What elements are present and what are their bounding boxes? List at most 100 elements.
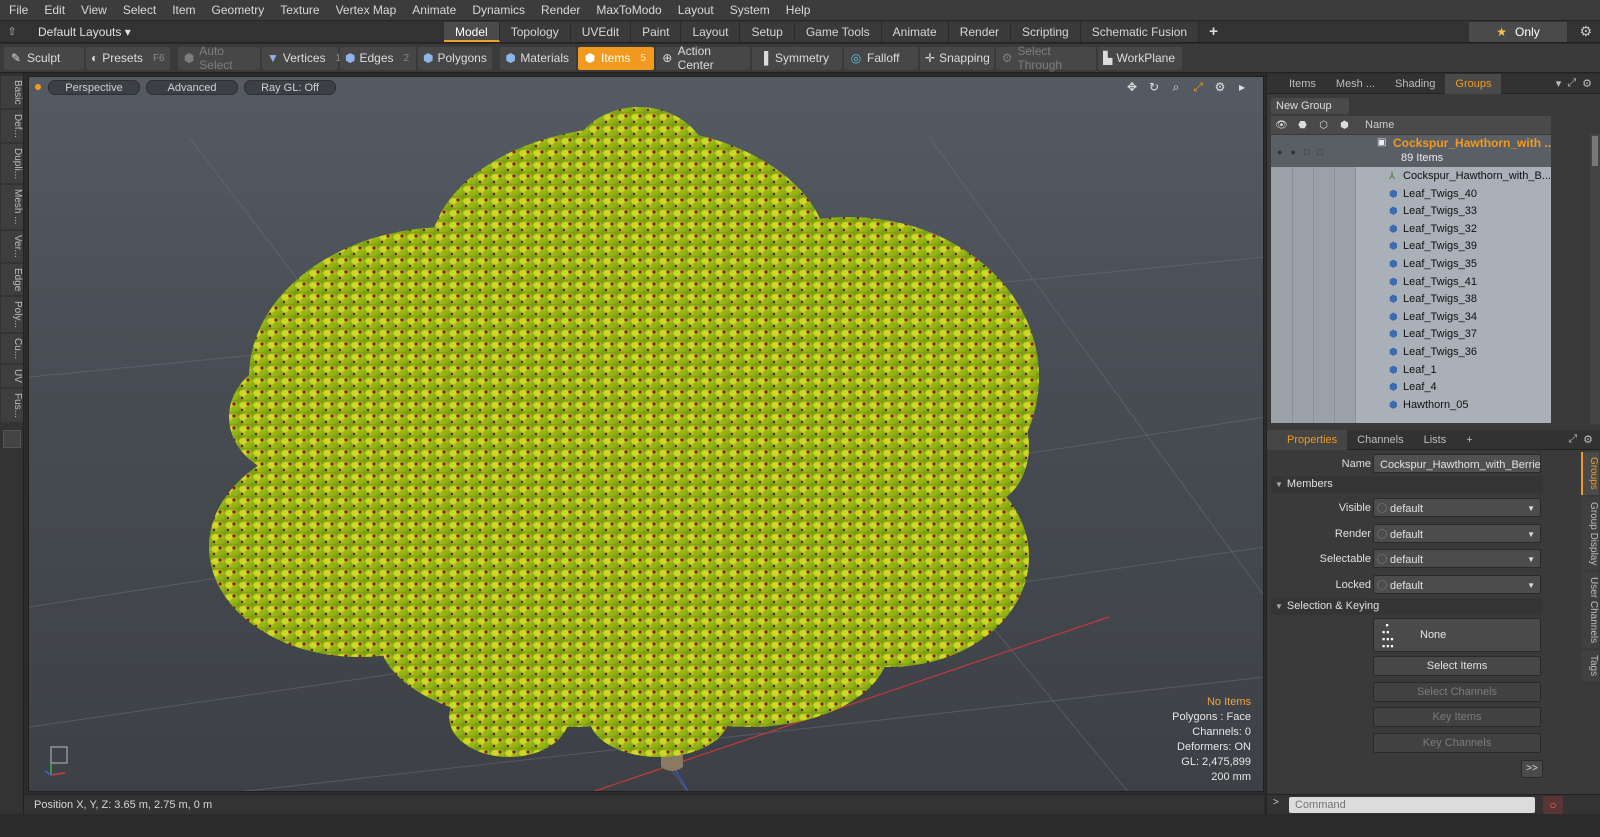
presets-button[interactable]: ◐ Presets F6 bbox=[86, 46, 170, 70]
menu-vertex-map[interactable]: Vertex Map bbox=[328, 0, 405, 21]
none-selection-button[interactable]: ▪ ▪▪ ▪▪▪ ▪▪▪ None bbox=[1373, 618, 1541, 652]
list-item[interactable]: ⬢ Leaf_Twigs_32 bbox=[1271, 221, 1551, 239]
raygl-button[interactable]: Ray GL: Off bbox=[244, 79, 336, 95]
panel-gear-icon[interactable]: ⚙ bbox=[1582, 77, 1592, 90]
menu-select[interactable]: Select bbox=[115, 0, 164, 21]
list-item[interactable]: ⬢ Leaf_Twigs_41 bbox=[1271, 274, 1551, 292]
select-channels-button[interactable]: Select Channels bbox=[1373, 682, 1541, 702]
render-dropdown[interactable]: default ▼ bbox=[1373, 524, 1541, 543]
tab-model[interactable]: Model bbox=[444, 21, 500, 42]
group-name-field[interactable]: Cockspur_Hawthorn_with_Berries bbox=[1373, 454, 1541, 473]
panel-dropdown-icon[interactable]: ▾ bbox=[1556, 77, 1562, 90]
layout-arrow-icon[interactable]: ⇧ bbox=[0, 25, 24, 38]
snapping-button[interactable]: ✛ Snapping bbox=[920, 46, 994, 70]
menu-geometry[interactable]: Geometry bbox=[204, 0, 273, 21]
tab-shading[interactable]: Shading bbox=[1385, 74, 1445, 94]
menu-render[interactable]: Render bbox=[533, 0, 588, 21]
tab-topology[interactable]: Topology bbox=[499, 21, 571, 42]
tab-groups[interactable]: Groups bbox=[1445, 73, 1502, 94]
materials-button[interactable]: ⬢ Materials bbox=[500, 46, 576, 70]
side-tab-user-channels[interactable]: User Channels bbox=[1581, 572, 1599, 649]
sculpt-button[interactable]: ✎ Sculpt bbox=[4, 46, 84, 70]
menu-dynamics[interactable]: Dynamics bbox=[464, 0, 533, 21]
menu-maxtomodo[interactable]: MaxToModo bbox=[588, 0, 669, 21]
left-tab-curve[interactable]: Cu... bbox=[1, 334, 23, 364]
list-item[interactable]: ⬢ Leaf_Twigs_39 bbox=[1271, 238, 1551, 256]
tab-setup[interactable]: Setup bbox=[740, 21, 795, 42]
3d-viewport[interactable]: Perspective Advanced Ray GL: Off ✥ ↻ ⌕ ⤢… bbox=[28, 76, 1264, 792]
new-group-button[interactable]: New Group bbox=[1271, 98, 1349, 114]
polygons-button[interactable]: ⬢ Polygons bbox=[418, 46, 492, 70]
tab-scripting[interactable]: Scripting bbox=[1011, 21, 1081, 42]
command-input[interactable] bbox=[1289, 797, 1535, 813]
advanced-button[interactable]: Advanced bbox=[146, 79, 238, 95]
more-button[interactable]: >> bbox=[1521, 760, 1543, 778]
tab-game-tools[interactable]: Game Tools bbox=[794, 21, 882, 42]
command-arrow-icon[interactable]: > bbox=[1273, 797, 1279, 808]
action-center-button[interactable]: ⊕ Action Center bbox=[656, 44, 750, 72]
visible-dropdown[interactable]: default ▼ bbox=[1373, 498, 1541, 517]
selectable-dropdown[interactable]: default ▼ bbox=[1373, 549, 1541, 568]
tab-animate[interactable]: Animate bbox=[881, 21, 949, 42]
select-through-button[interactable]: ⚙ Select Through bbox=[996, 44, 1096, 72]
menu-item[interactable]: Item bbox=[164, 0, 203, 21]
left-tab-fusion[interactable]: Fus... bbox=[1, 389, 23, 423]
tab-uvedit[interactable]: UVEdit bbox=[570, 21, 632, 42]
fit-view-icon[interactable]: ⤢ bbox=[1191, 80, 1205, 95]
viewport-menu-dot[interactable] bbox=[35, 84, 41, 90]
tab-schematic-fusion[interactable]: Schematic Fusion bbox=[1080, 21, 1200, 42]
zoom-view-icon[interactable]: ⌕ bbox=[1169, 80, 1183, 95]
tab-channels[interactable]: Channels bbox=[1347, 430, 1413, 450]
viewport-gear-icon[interactable]: ⚙ bbox=[1213, 80, 1227, 95]
locked-dropdown[interactable]: default ▼ bbox=[1373, 575, 1541, 594]
symmetry-button[interactable]: ▐ Symmetry bbox=[752, 46, 842, 70]
groups-tree[interactable]: ● ● □ □ ▣ Cockspur_Hawthorn_with ... 89 … bbox=[1271, 135, 1551, 423]
left-tab-mesh[interactable]: Mesh ... bbox=[1, 185, 23, 230]
add-tab-button[interactable]: + bbox=[1199, 23, 1228, 40]
group-row[interactable]: ● ● □ □ ▣ Cockspur_Hawthorn_with ... 89 … bbox=[1271, 135, 1551, 167]
menu-animate[interactable]: Animate bbox=[404, 0, 464, 21]
left-tab-duplicate[interactable]: Dupli... bbox=[1, 144, 23, 184]
perspective-button[interactable]: Perspective bbox=[48, 79, 140, 95]
list-item[interactable]: ⬢ Leaf_Twigs_36 bbox=[1271, 344, 1551, 362]
lock-icon[interactable]: ⬢ bbox=[1334, 120, 1355, 131]
tab-layout[interactable]: Layout bbox=[681, 21, 741, 42]
group-eye-icon[interactable]: ● bbox=[1277, 144, 1282, 161]
select-icon[interactable]: ⬡ bbox=[1313, 120, 1334, 131]
left-tab-polygon[interactable]: Poly... bbox=[1, 297, 23, 333]
vertices-button[interactable]: ▼ Vertices 1 bbox=[262, 46, 341, 70]
list-item[interactable]: ⬢ Hawthorn_05 bbox=[1271, 397, 1551, 415]
left-toggle-button[interactable] bbox=[3, 430, 21, 449]
menu-file[interactable]: File bbox=[0, 0, 36, 21]
tab-mesh[interactable]: Mesh ... bbox=[1326, 74, 1385, 94]
move-view-icon[interactable]: ✥ bbox=[1125, 80, 1139, 95]
workplane-button[interactable]: ▙ WorkPlane bbox=[1098, 46, 1182, 70]
left-tab-uv[interactable]: UV bbox=[1, 365, 23, 388]
select-items-button[interactable]: Select Items bbox=[1373, 656, 1541, 676]
add-properties-tab-button[interactable]: + bbox=[1456, 430, 1482, 450]
record-macro-icon[interactable]: ○ bbox=[1543, 796, 1563, 814]
tab-render[interactable]: Render bbox=[948, 21, 1012, 42]
tab-lists[interactable]: Lists bbox=[1414, 430, 1457, 450]
menu-system[interactable]: System bbox=[722, 0, 778, 21]
key-channels-button[interactable]: Key Channels bbox=[1373, 733, 1541, 753]
list-item[interactable]: ⬢ Leaf_4 bbox=[1271, 379, 1551, 397]
list-item[interactable]: ⬢ Leaf_Twigs_35 bbox=[1271, 256, 1551, 274]
panel-expand-icon[interactable]: ⤢ bbox=[1567, 77, 1576, 90]
layouts-dropdown[interactable]: Default Layouts ▾ bbox=[24, 25, 134, 39]
viewport-expand-icon[interactable]: ▸ bbox=[1235, 80, 1249, 95]
list-item[interactable]: ⬢ Leaf_Twigs_34 bbox=[1271, 309, 1551, 327]
left-tab-deform[interactable]: Def... bbox=[1, 110, 23, 143]
list-item[interactable]: ⬢ Leaf_Twigs_40 bbox=[1271, 186, 1551, 204]
tab-paint[interactable]: Paint bbox=[631, 21, 682, 42]
properties-expand-icon[interactable]: ⤢ bbox=[1568, 433, 1577, 446]
left-tab-basic[interactable]: Basic bbox=[1, 76, 23, 109]
left-tab-edge[interactable]: Edge bbox=[1, 263, 23, 296]
side-tab-groups[interactable]: Groups bbox=[1581, 452, 1599, 495]
tab-properties[interactable]: Properties bbox=[1267, 429, 1348, 450]
group-render-icon[interactable]: ● bbox=[1290, 144, 1295, 161]
menu-edit[interactable]: Edit bbox=[36, 0, 73, 21]
edges-button[interactable]: ⬢ Edges 2 bbox=[340, 46, 416, 70]
menu-view[interactable]: View bbox=[73, 0, 115, 21]
menu-help[interactable]: Help bbox=[778, 0, 819, 21]
